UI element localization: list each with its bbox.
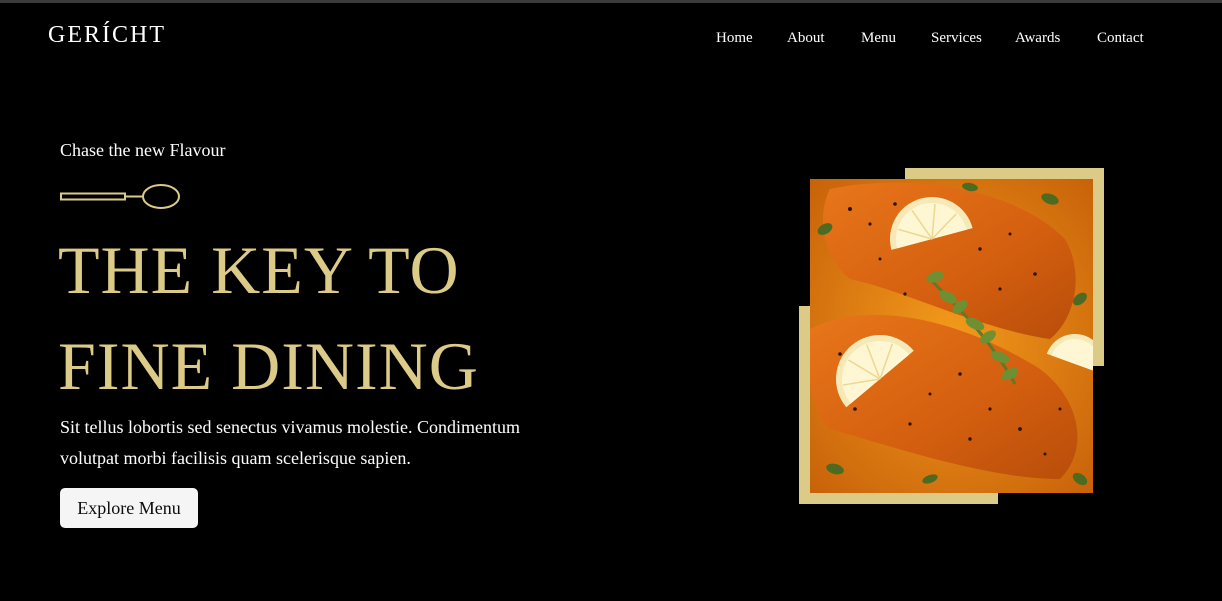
brand-logo[interactable]: GERÍCHT xyxy=(48,22,166,49)
hero-subtitle: Chase the new Flavour xyxy=(60,140,226,160)
hero-description-line1: Sit tellus lobortis sed senectus vivamus… xyxy=(60,417,520,437)
hero-description: Sit tellus lobortis sed senectus vivamus… xyxy=(60,412,550,474)
hero-description-line2: volutpat morbi facilisis quam scelerisqu… xyxy=(60,448,411,468)
hero-headline-line2: FINE DINING xyxy=(58,328,479,404)
nav-link-menu[interactable]: Menu xyxy=(861,30,896,47)
hero-food-image xyxy=(810,179,1093,493)
window-top-border xyxy=(0,0,1222,3)
nav-link-home[interactable]: Home xyxy=(716,30,753,47)
nav-link-contact[interactable]: Contact xyxy=(1097,30,1144,47)
hero-headline: THE KEY TO FINE DINING xyxy=(58,222,479,414)
nav-link-services[interactable]: Services xyxy=(931,30,982,47)
nav-link-awards[interactable]: Awards xyxy=(1015,30,1060,47)
explore-menu-button[interactable]: Explore Menu xyxy=(60,488,198,528)
nav-link-about[interactable]: About xyxy=(787,30,825,47)
spoon-icon xyxy=(60,184,180,209)
hero-headline-line1: THE KEY TO xyxy=(58,232,460,308)
